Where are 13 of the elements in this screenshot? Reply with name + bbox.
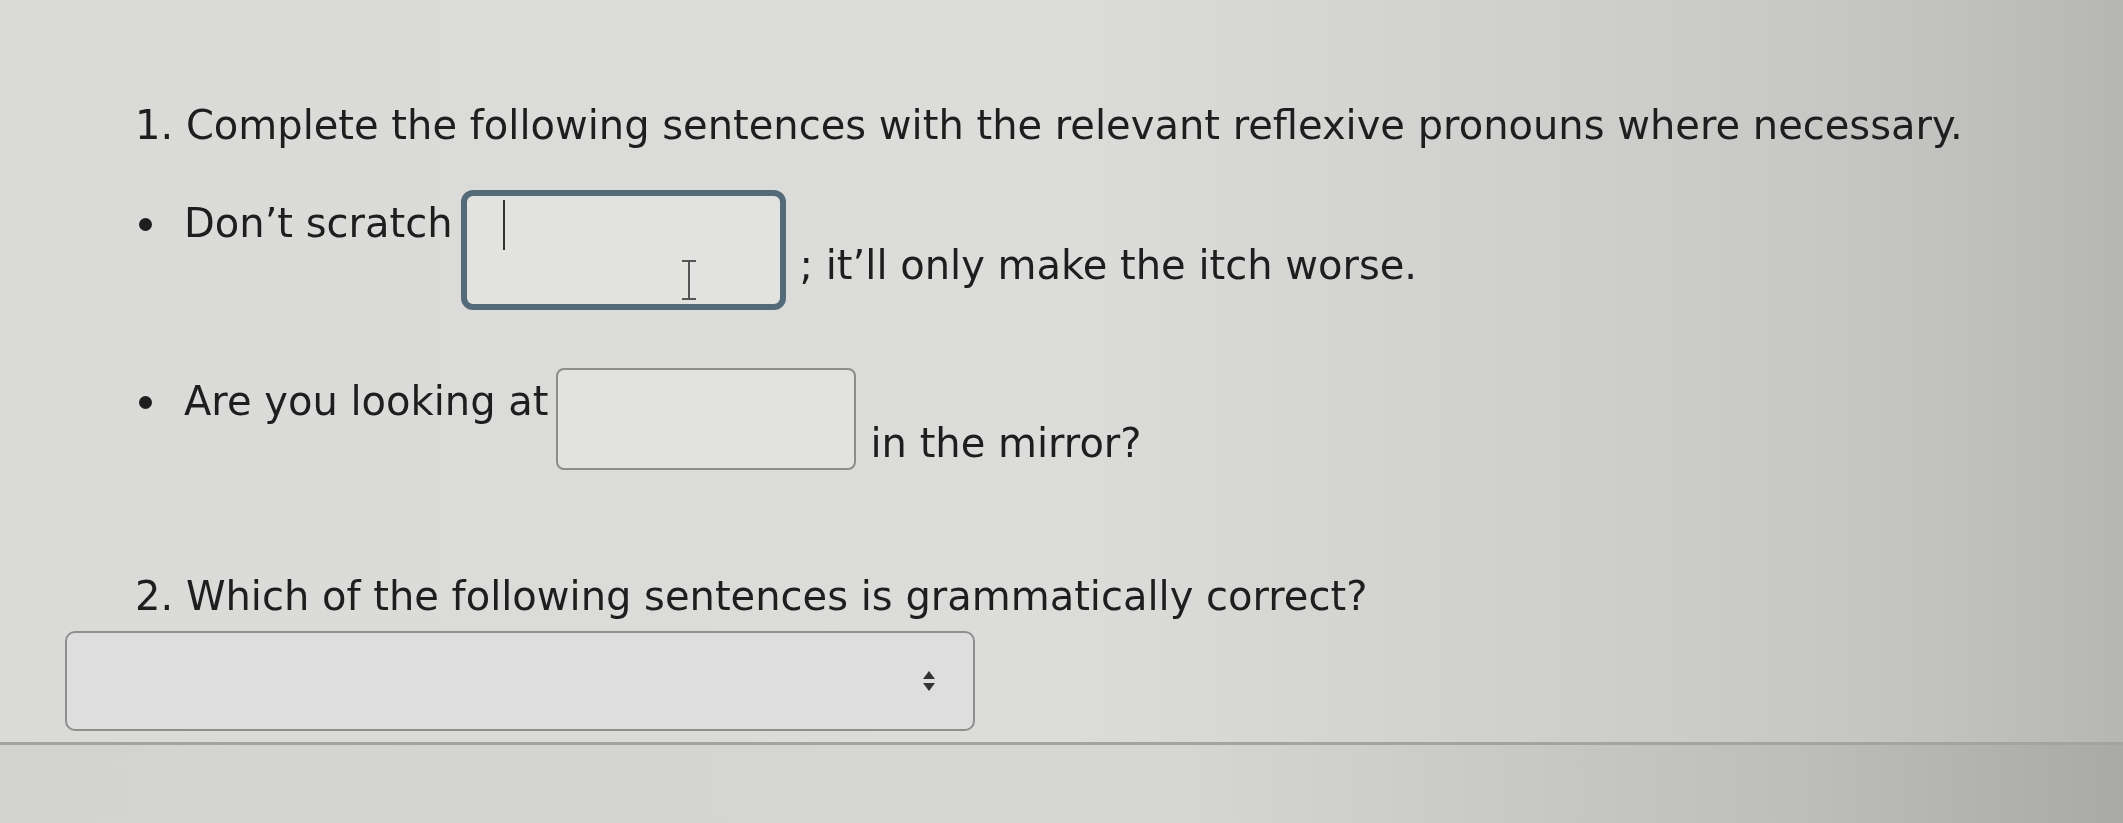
- sentence-text: ; it’ll only make the itch worse.: [799, 241, 1418, 290]
- question-prompt: 2. Which of the following sentences is grammatically correct?: [135, 572, 1369, 621]
- answer-box[interactable]: [556, 368, 857, 470]
- dropdown-select[interactable]: [65, 631, 975, 731]
- sentence-text: Don’t scratch: [184, 199, 453, 248]
- answer-box[interactable]: [460, 190, 786, 310]
- text-cursor-icon: [502, 200, 505, 250]
- sentence-text: in the mirror?: [870, 419, 1142, 468]
- bullet-icon: [139, 396, 152, 409]
- sentence-text: Are you looking at: [184, 377, 549, 426]
- up-down-caret-icon: [923, 671, 935, 691]
- bullet-icon: [139, 218, 152, 231]
- question-prompt: 1. Complete the following sentences with the relevant reflexive pronouns where necessary.: [135, 101, 1964, 150]
